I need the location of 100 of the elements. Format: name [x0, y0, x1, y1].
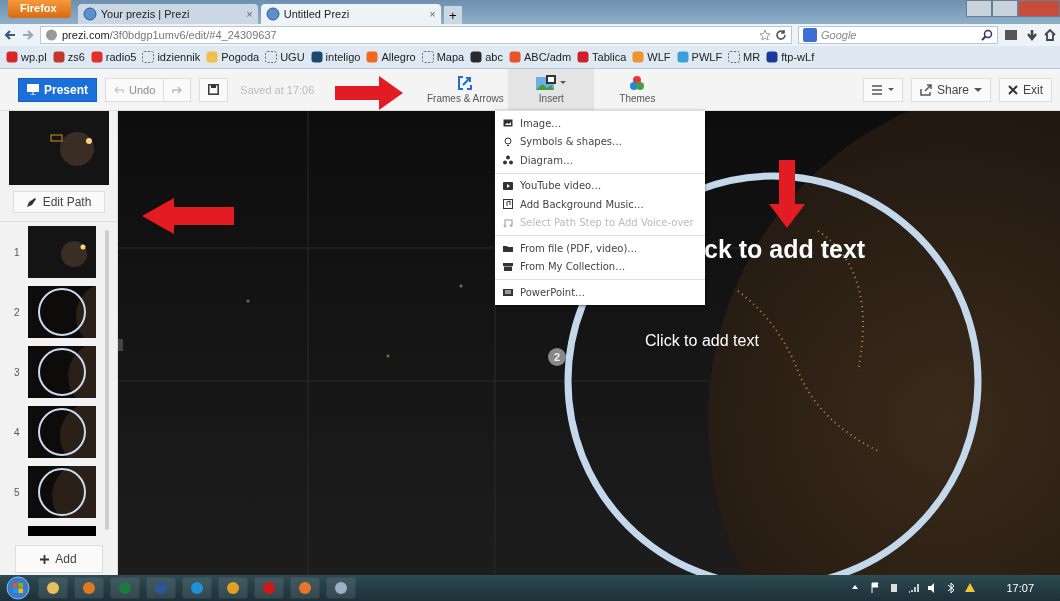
star-icon[interactable]	[759, 29, 771, 41]
bookmark-link[interactable]: PWLF	[691, 51, 723, 63]
step-number: 2	[14, 306, 20, 318]
bookmark-link[interactable]: ftp-wLf	[781, 51, 815, 63]
save-status: Saved at 17:06	[240, 83, 315, 96]
bookmark-link[interactable]: wp.pl	[21, 51, 47, 63]
share-button[interactable]: Share	[910, 77, 991, 102]
path-step-thumbnail[interactable]	[27, 346, 96, 398]
reload-icon[interactable]	[775, 29, 787, 41]
search-field[interactable]: Google	[798, 26, 998, 44]
video-icon	[503, 180, 513, 191]
prezi-favicon-icon	[82, 7, 97, 21]
bookmark-link[interactable]: Mapa	[436, 51, 465, 63]
bookmark-link[interactable]: ABC/adm	[524, 51, 572, 63]
image-icon	[503, 118, 513, 129]
pencil-icon	[25, 196, 37, 208]
picture-film-icon	[536, 75, 567, 91]
text-placeholder[interactable]: Click to add text	[645, 332, 759, 350]
minimize-button[interactable]	[966, 0, 992, 17]
tab-title: Untitled Prezi	[283, 8, 351, 20]
screen-icon	[27, 84, 39, 95]
tab-title: Your prezis | Prezi	[100, 8, 191, 20]
add-button[interactable]: Add	[14, 545, 103, 574]
frame-arrow-icon	[457, 75, 474, 91]
tab-close-button[interactable]: ×	[429, 8, 436, 20]
save-icon	[208, 84, 220, 95]
scrollbar[interactable]	[105, 230, 109, 530]
clock[interactable]: 17:07	[1006, 582, 1034, 594]
tab-close-button[interactable]: ×	[246, 8, 253, 20]
undo-icon	[114, 84, 125, 95]
bookmark-link[interactable]: idziennik	[157, 51, 201, 63]
exit-button[interactable]: Exit	[999, 77, 1052, 102]
browser-tab[interactable]: Untitled Prezi ×	[260, 4, 441, 24]
caret-icon	[974, 87, 982, 92]
step-number: 4	[14, 426, 20, 438]
back-icon[interactable]	[4, 29, 16, 41]
globe-icon	[45, 29, 58, 41]
path-step-thumbnail[interactable]	[27, 226, 96, 278]
toolbar-tab[interactable]: Insert	[508, 68, 595, 111]
signal-icon[interactable]	[908, 582, 920, 594]
bookmark-link[interactable]: WLF	[647, 51, 671, 63]
toolbar-tab[interactable]: Frames & Arrows	[422, 68, 509, 111]
menu-icon	[871, 84, 894, 95]
bookmark-link[interactable]: abc	[485, 51, 503, 63]
overview-thumbnail[interactable]	[8, 111, 109, 185]
menu-item[interactable]: Add Background Music…	[495, 195, 705, 214]
redo-icon	[172, 84, 183, 95]
edit-path-button[interactable]: Edit Path	[12, 191, 105, 213]
color-circles-icon	[629, 75, 646, 91]
share-icon	[919, 83, 932, 96]
present-button[interactable]: Present	[18, 77, 98, 102]
maximize-button[interactable]	[992, 0, 1018, 17]
path-step-thumbnail[interactable]	[27, 286, 96, 338]
download-icon[interactable]	[1026, 29, 1038, 41]
new-tab-button[interactable]: +	[443, 6, 462, 24]
toolbar-tab[interactable]: Themes	[594, 68, 681, 111]
music-file-icon	[503, 199, 513, 210]
bookmark-link[interactable]: Allegro	[381, 51, 416, 63]
bookmark-link[interactable]: UGU	[280, 51, 305, 63]
close-icon	[1008, 84, 1018, 95]
menu-item[interactable]: Symbols & shapes…	[495, 132, 705, 151]
blank-page-icon	[728, 51, 741, 63]
blank-page-icon	[265, 51, 278, 63]
step-number: 1	[14, 246, 20, 258]
flag-icon[interactable]	[870, 582, 882, 594]
path-step-thumbnail[interactable]	[27, 406, 96, 458]
path-step-thumbnail[interactable]	[27, 466, 96, 518]
url-text: prezi.com/3f0bdgp1umv6/edit/#4_24309637	[62, 29, 277, 41]
menu-item[interactable]: Image…	[495, 114, 705, 133]
menu-item[interactable]: YouTube video…	[495, 176, 705, 195]
music-note-icon	[503, 217, 513, 228]
search-placeholder: Google	[821, 29, 858, 41]
archive-box-icon	[503, 261, 513, 272]
menu-item: Select Path Step to Add Voice-over	[495, 213, 705, 232]
bookmark-link[interactable]: inteligo	[325, 51, 361, 63]
plus-icon	[40, 554, 50, 564]
home-icon[interactable]	[1044, 29, 1056, 41]
browser-tab[interactable]: Your prezis | Prezi ×	[77, 4, 258, 24]
diagram-icon	[503, 155, 513, 166]
search-icon[interactable]	[981, 29, 993, 41]
address-bar[interactable]: prezi.com/3f0bdgp1umv6/edit/#4_24309637	[40, 26, 792, 44]
bookmark-link[interactable]: MR	[743, 51, 761, 63]
menu-item[interactable]: PowerPoint…	[495, 283, 705, 302]
start-button[interactable]	[4, 576, 32, 600]
lightbulb-icon	[503, 136, 513, 147]
path-step-thumbnail[interactable]	[28, 526, 96, 536]
menu-item[interactable]: Diagram…	[495, 151, 705, 170]
sidebar-resize-handle[interactable]	[118, 339, 123, 351]
menu-item[interactable]: From file (PDF, video)…	[495, 239, 705, 258]
blank-page-icon	[142, 51, 155, 63]
bookmark-link[interactable]: radio5	[105, 51, 137, 63]
step-number: 5	[14, 486, 20, 498]
bookmark-link[interactable]: zs6	[67, 51, 85, 63]
title-placeholder[interactable]: ck to add text	[704, 235, 866, 264]
menu-item[interactable]: From My Collection…	[495, 257, 705, 276]
bookmark-link[interactable]: Pogoda	[221, 51, 260, 63]
step-number: 3	[14, 366, 20, 378]
save-button[interactable]	[199, 77, 229, 102]
menu-button[interactable]	[862, 77, 903, 102]
bookmark-link[interactable]: Tablica	[592, 51, 627, 63]
